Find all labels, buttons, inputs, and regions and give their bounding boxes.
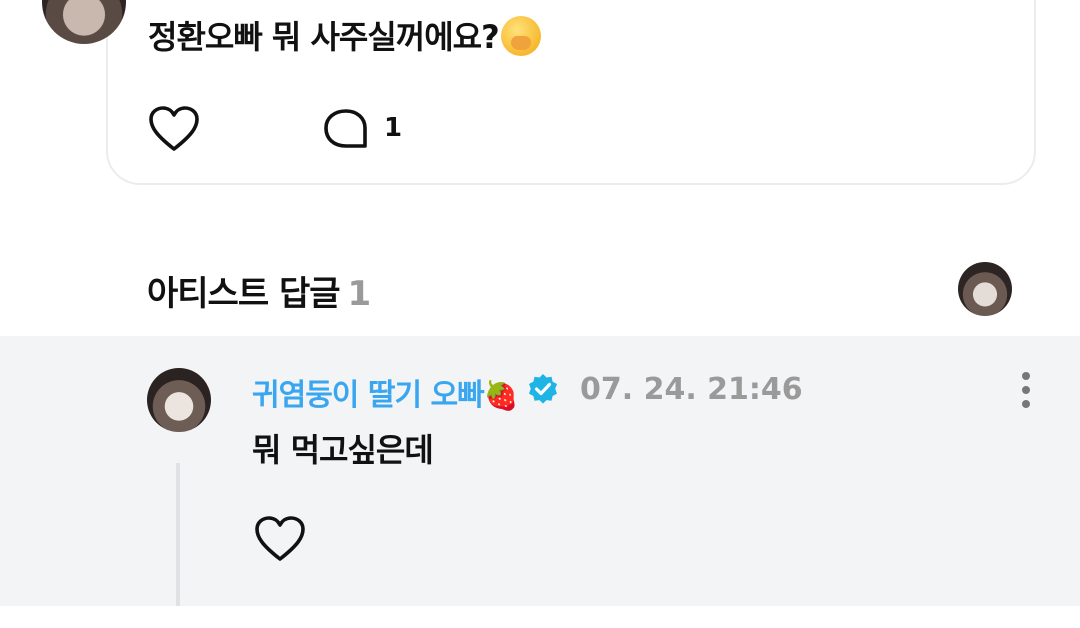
reply-author-label: 귀염둥이 딸기 오빠 — [252, 378, 485, 413]
artist-avatar[interactable] — [958, 262, 1012, 316]
artist-replies-header: 아티스트 답글 1 — [147, 266, 372, 315]
reply-author-avatar[interactable] — [147, 368, 211, 432]
post-text: 정환오빠 뭐 사주실꺼에요? — [148, 12, 541, 58]
more-options-icon[interactable] — [1015, 372, 1037, 408]
reply-like-heart-icon[interactable] — [254, 515, 306, 563]
post-body: 정환오빠 뭐 사주실꺼에요? — [148, 18, 500, 56]
bottom-divider — [0, 606, 1080, 628]
face-with-hand-over-mouth-emoji-icon — [500, 16, 541, 56]
comment-count: 1 — [384, 113, 403, 143]
thread-line — [176, 463, 180, 606]
strawberry-emoji-icon: 🍓 — [483, 379, 519, 412]
verified-badge-icon — [529, 374, 557, 404]
post-like-heart-icon[interactable] — [148, 105, 200, 153]
reply-timestamp: 07. 24. 21:46 — [580, 372, 803, 407]
artist-replies-title: 아티스트 답글 — [147, 274, 341, 314]
comment-bubble-icon[interactable] — [323, 108, 371, 152]
reply-text: 뭐 먹고싶은데 — [252, 431, 434, 469]
artist-replies-count: 1 — [347, 274, 372, 314]
reply-author-name[interactable]: 귀염둥이 딸기 오빠🍓 — [252, 370, 519, 414]
